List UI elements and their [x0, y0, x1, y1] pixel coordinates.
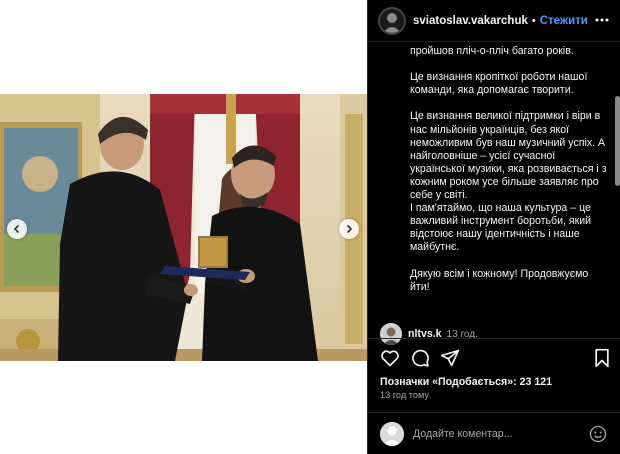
- photo-illustration: [0, 94, 367, 361]
- post-header: sviatoslav.vakarchuk • Стежити: [368, 0, 620, 42]
- heart-icon[interactable]: [380, 348, 400, 368]
- carousel-next-button[interactable]: [339, 219, 359, 239]
- caption-paragraph: пройшов пліч-о-пліч багато років.: [410, 45, 574, 57]
- caption-paragraph: Дякую всім і кожному! Продовжуємо йти!: [410, 267, 589, 293]
- chevron-left-icon: [13, 224, 20, 234]
- chevron-right-icon: [346, 224, 353, 234]
- caption-scrollbar[interactable]: [615, 96, 620, 186]
- author-avatar[interactable]: [378, 6, 406, 35]
- emoji-icon[interactable]: [589, 425, 607, 443]
- separator-dot: •: [531, 14, 536, 27]
- carousel-prev-button[interactable]: [7, 219, 27, 239]
- comment-input[interactable]: [413, 423, 589, 444]
- post-media-pane: [0, 0, 367, 454]
- post-actions: Позначки «Подобається»: 23 121 13 год то…: [368, 338, 620, 412]
- current-user-avatar: [380, 421, 404, 446]
- caption-area[interactable]: пройшов пліч-о-пліч багато років. Це виз…: [368, 42, 620, 338]
- post-sidebar: sviatoslav.vakarchuk • Стежити пройшов п…: [367, 0, 620, 454]
- comment-icon[interactable]: [410, 348, 430, 368]
- follow-button[interactable]: Стежити: [540, 15, 588, 27]
- add-comment-bar: [368, 412, 620, 454]
- bookmark-icon[interactable]: [592, 348, 612, 368]
- more-horizontal-icon[interactable]: [595, 13, 609, 27]
- caption-paragraph: І пам'ятаймо, що наша культура – це важл…: [410, 202, 592, 254]
- likes-count[interactable]: Позначки «Подобається»: 23 121: [380, 376, 552, 388]
- caption-paragraph: Це визнання великої підтримки і віри в н…: [410, 110, 607, 202]
- paper-plane-icon[interactable]: [440, 348, 460, 368]
- post-photo[interactable]: [0, 94, 367, 361]
- caption-paragraph: Це визнання кропіткої роботи нашої коман…: [410, 71, 588, 97]
- avatar-image: [380, 8, 404, 33]
- author-username[interactable]: sviatoslav.vakarchuk: [413, 15, 528, 27]
- post-timestamp[interactable]: 13 год тому: [380, 390, 429, 400]
- caption-text: пройшов пліч-о-пліч багато років. Це виз…: [410, 45, 610, 307]
- default-avatar-icon: [380, 421, 404, 446]
